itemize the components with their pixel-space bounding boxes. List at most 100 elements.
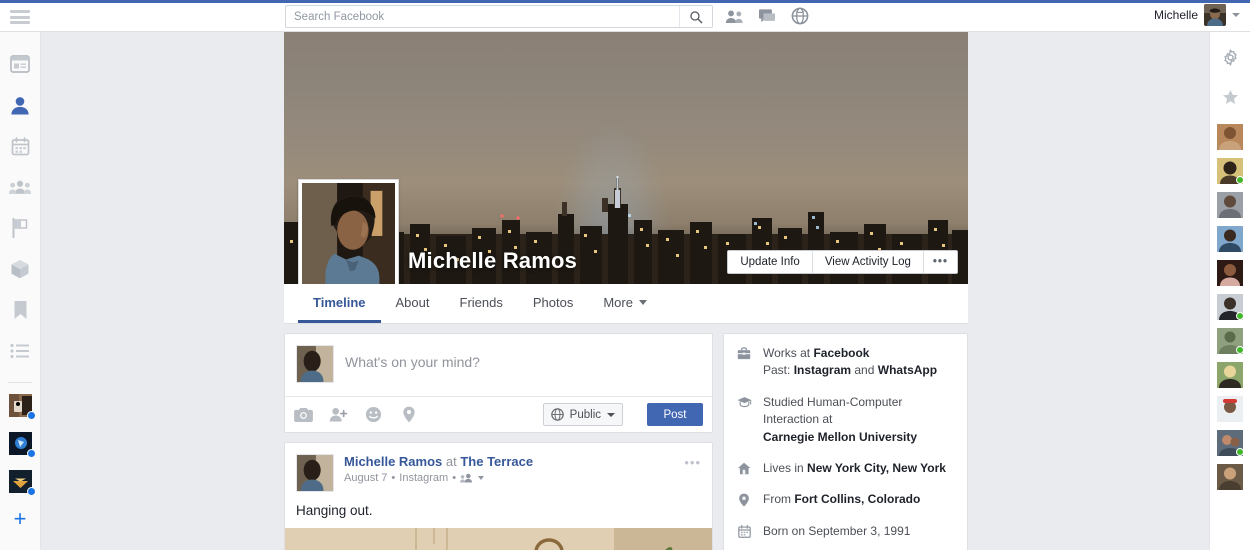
timeline-post: Michelle Ramos at The Terrace August 7 •… xyxy=(284,442,713,550)
news-feed-icon[interactable] xyxy=(6,50,34,78)
friends-audience-icon[interactable] xyxy=(460,473,474,483)
intro-column: Works at Facebook Past: Instagram and Wh… xyxy=(723,333,968,550)
search-bar[interactable] xyxy=(285,5,713,28)
menu-hamburger-icon[interactable] xyxy=(6,8,34,26)
post-author-line: Michelle Ramos at The Terrace xyxy=(344,454,533,469)
tab-about-label: About xyxy=(395,294,430,310)
post-meta-sep-1: • xyxy=(391,472,396,484)
post-source[interactable]: Instagram xyxy=(399,472,448,484)
location-pin-icon[interactable] xyxy=(399,405,418,424)
post-author-avatar[interactable] xyxy=(296,454,334,492)
tag-friend-icon[interactable] xyxy=(329,405,348,424)
post-options-button[interactable]: ••• xyxy=(684,455,701,470)
chevron-down-icon xyxy=(638,299,647,305)
friend-requests-icon[interactable] xyxy=(724,6,744,26)
education-school[interactable]: Carnegie Mellon University xyxy=(763,430,917,444)
contact-7[interactable] xyxy=(1217,328,1244,354)
add-shortcut-plus-icon[interactable]: + xyxy=(14,508,27,530)
contact-6[interactable] xyxy=(1217,294,1244,320)
contact-2[interactable] xyxy=(1217,158,1244,184)
profile-picture[interactable] xyxy=(298,179,399,284)
contact-8[interactable] xyxy=(1217,362,1243,388)
saved-bookmark-icon[interactable] xyxy=(6,296,34,324)
post-date[interactable]: August 7 xyxy=(344,472,387,484)
brand-accent-strip xyxy=(0,0,1250,3)
privacy-selector[interactable]: Public xyxy=(542,403,623,426)
tab-friends[interactable]: Friends xyxy=(445,284,518,323)
pages-flag-icon[interactable] xyxy=(6,214,34,242)
intro-work-text: Works at Facebook Past: Instagram and Wh… xyxy=(763,345,937,380)
composer-placeholder[interactable]: What's on your mind? xyxy=(345,345,480,370)
contact-5[interactable] xyxy=(1217,260,1243,286)
tab-timeline[interactable]: Timeline xyxy=(298,284,381,323)
hometown-city[interactable]: Fort Collins, Colorado xyxy=(794,492,920,506)
view-activity-log-button[interactable]: View Activity Log xyxy=(812,251,924,273)
tab-friends-label: Friends xyxy=(459,294,503,310)
account-name: Michelle xyxy=(1153,8,1198,22)
facebook-profile-page: Michelle xyxy=(0,0,1250,550)
account-avatar[interactable] xyxy=(1204,4,1226,26)
post-place-name[interactable]: The Terrace xyxy=(460,454,533,469)
contact-3[interactable] xyxy=(1217,192,1243,218)
contact-11[interactable] xyxy=(1217,464,1243,490)
chevron-down-icon[interactable] xyxy=(478,476,485,480)
settings-gear-icon[interactable] xyxy=(1217,44,1243,70)
work-past-1[interactable]: Instagram xyxy=(794,363,851,377)
contact-10[interactable] xyxy=(1217,430,1244,456)
emoji-icon[interactable] xyxy=(364,405,383,424)
post-meta: August 7 • Instagram • xyxy=(344,472,533,484)
search-input[interactable] xyxy=(286,6,679,27)
status-composer: What's on your mind? Public Post xyxy=(284,333,713,433)
top-navigation-bar: Michelle xyxy=(0,0,1250,32)
shortcut-thumb-3[interactable] xyxy=(8,470,36,496)
online-indicator xyxy=(1236,176,1244,184)
contact-9[interactable] xyxy=(1217,396,1243,422)
intro-education-text: Studied Human-Computer Interaction at Ca… xyxy=(763,394,955,446)
post-author-name[interactable]: Michelle Ramos xyxy=(344,454,442,469)
post-header: Michelle Ramos at The Terrace August 7 •… xyxy=(285,443,712,492)
post-button[interactable]: Post xyxy=(647,403,703,426)
post-photo[interactable] xyxy=(285,528,712,550)
cover-more-options-button[interactable]: ••• xyxy=(923,251,957,273)
shortcut-thumb-1[interactable] xyxy=(8,394,36,420)
composer-avatar xyxy=(296,345,334,383)
tab-photos-label: Photos xyxy=(532,294,574,310)
timeline-column: What's on your mind? Public Post Michell… xyxy=(284,333,713,550)
events-calendar-icon[interactable] xyxy=(6,132,34,160)
account-menu[interactable]: Michelle xyxy=(1154,4,1240,26)
tab-more[interactable]: More xyxy=(588,284,662,323)
notifications-globe-icon[interactable] xyxy=(790,6,810,26)
briefcase-icon xyxy=(736,345,752,360)
chevron-down-icon[interactable] xyxy=(1232,13,1240,17)
profile-icon[interactable] xyxy=(6,91,34,119)
tab-photos[interactable]: Photos xyxy=(518,284,588,323)
work-employer[interactable]: Facebook xyxy=(813,346,869,360)
post-photo-graphic xyxy=(285,528,712,550)
location-pin-icon xyxy=(736,491,752,507)
contact-4[interactable] xyxy=(1217,226,1243,252)
intro-card: Works at Facebook Past: Instagram and Wh… xyxy=(723,333,968,550)
marketplace-box-icon[interactable] xyxy=(6,255,34,283)
search-submit-button[interactable] xyxy=(679,6,712,27)
contact-1[interactable] xyxy=(1217,124,1243,150)
favorites-star-icon[interactable] xyxy=(1217,84,1243,110)
intro-birthday-text: Born on September 3, 1991 xyxy=(763,523,910,540)
cover-photo[interactable]: Michelle Ramos Update Info View Activity… xyxy=(284,32,968,284)
photo-camera-icon[interactable] xyxy=(294,405,313,424)
from-prefix: From xyxy=(763,492,795,507)
composer-input-row[interactable]: What's on your mind? xyxy=(285,334,712,396)
search-icon xyxy=(690,10,703,23)
right-sidebar-rail xyxy=(1209,32,1250,550)
messages-icon[interactable] xyxy=(757,6,777,26)
lives-city[interactable]: New York City, New York xyxy=(807,461,946,475)
chevron-down-icon xyxy=(607,412,615,417)
intro-row-current-city: Lives in New York City, New York xyxy=(736,460,955,477)
shortcut-thumb-2[interactable] xyxy=(8,432,36,458)
list-menu-icon[interactable] xyxy=(6,337,34,365)
friends-groups-icon[interactable] xyxy=(6,173,34,201)
update-info-button[interactable]: Update Info xyxy=(728,251,813,273)
rail-divider xyxy=(8,382,32,383)
tab-about[interactable]: About xyxy=(381,284,445,323)
work-past-2[interactable]: WhatsApp xyxy=(878,363,937,377)
home-icon xyxy=(736,460,752,475)
